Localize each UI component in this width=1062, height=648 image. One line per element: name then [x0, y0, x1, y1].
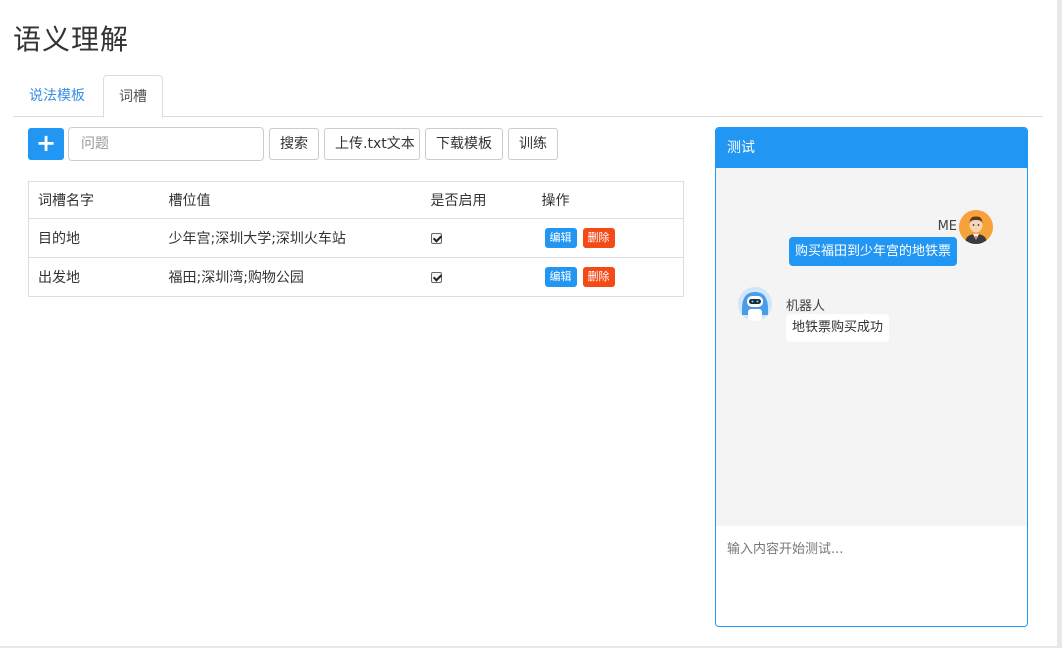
search-button[interactable]: 搜索: [269, 128, 319, 160]
tab-slots[interactable]: 词槽: [103, 75, 163, 118]
robot-avatar-icon: [738, 287, 772, 321]
delete-button[interactable]: 删除: [582, 228, 615, 248]
train-button[interactable]: 训练: [508, 128, 558, 160]
edit-button[interactable]: 编辑: [544, 267, 577, 287]
user-message-bubble: 购买福田到少年宫的地铁票: [788, 237, 957, 266]
test-panel-title: 测试: [716, 128, 1027, 168]
chat-area[interactable]: ME 购买福田到少年宫的地铁票 机器人 地铁票购买成功: [716, 168, 1027, 526]
edit-button[interactable]: 编辑: [544, 228, 577, 248]
delete-button[interactable]: 删除: [582, 267, 615, 287]
slot-name-cell: 目的地: [28, 218, 160, 258]
tab-bar: 说法模板 词槽: [13, 75, 1043, 118]
user-sender-name: ME: [937, 219, 957, 234]
slot-table: 词槽名字 槽位值 是否启用 操作 目的地 少年宫;深圳大学;深圳火车站 编辑 删除…: [28, 181, 684, 297]
test-message-input[interactable]: [716, 526, 1027, 626]
header-actions: 操作: [532, 181, 684, 219]
slot-values-cell: 福田;深圳湾;购物公园: [159, 257, 422, 297]
plus-icon: +: [35, 129, 57, 157]
enabled-checkbox[interactable]: [430, 271, 442, 283]
table-header-row: 词槽名字 槽位值 是否启用 操作: [28, 181, 684, 219]
download-template-button[interactable]: 下载模板: [425, 128, 503, 160]
slot-name-cell: 出发地: [28, 257, 160, 297]
table-row: 出发地 福田;深圳湾;购物公园 编辑 删除: [28, 257, 684, 297]
upload-txt-button[interactable]: 上传.txt文本: [324, 128, 420, 160]
tab-utterance-templates[interactable]: 说法模板: [14, 75, 100, 117]
add-button[interactable]: +: [28, 128, 64, 160]
enabled-cell: [421, 218, 533, 258]
robot-message-bubble: 地铁票购买成功: [786, 314, 890, 342]
header-slot-name: 词槽名字: [28, 181, 160, 219]
table-row: 目的地 少年宫;深圳大学;深圳火车站 编辑 删除: [28, 218, 684, 258]
header-slot-values: 槽位值: [159, 181, 422, 219]
enabled-checkbox[interactable]: [430, 232, 442, 244]
user-avatar-icon: [959, 210, 993, 244]
actions-cell: 编辑 删除: [532, 218, 684, 258]
search-input[interactable]: [68, 127, 264, 161]
page-right-border: [1057, 0, 1062, 648]
enabled-cell: [421, 257, 533, 297]
test-panel: 测试 ME 购买福田到少年宫的地铁票 机器人 地铁票购买成功 输入内容开始测试.…: [715, 127, 1028, 627]
slot-values-cell: 少年宫;深圳大学;深圳火车站: [159, 218, 422, 258]
header-enabled: 是否启用: [421, 181, 533, 219]
page-title: 语义理解: [13, 23, 130, 56]
actions-cell: 编辑 删除: [532, 257, 684, 297]
robot-sender-name: 机器人: [786, 299, 826, 314]
